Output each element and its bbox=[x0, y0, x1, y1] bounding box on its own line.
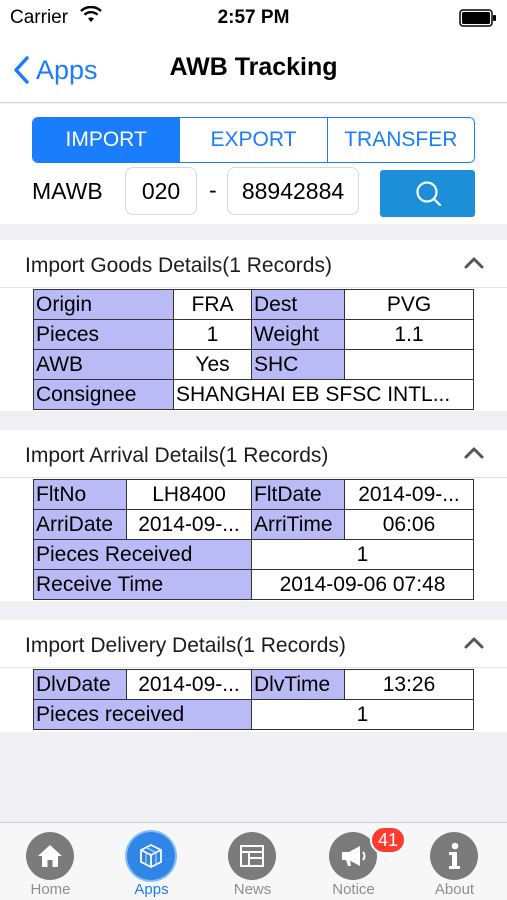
dlvtime-label: DlvTime bbox=[251, 669, 345, 700]
pieces-received-value: 1 bbox=[251, 539, 474, 570]
chevron-up-icon[interactable] bbox=[463, 446, 485, 460]
search-icon bbox=[415, 180, 441, 206]
delivery-details-title: Import Delivery Details(1 Records) bbox=[25, 634, 346, 657]
origin-label: Origin bbox=[33, 289, 174, 320]
receive-time-label: Receive Time bbox=[33, 569, 252, 600]
table-row: Pieces Received 1 bbox=[33, 539, 474, 570]
search-button[interactable] bbox=[380, 170, 475, 217]
fltno-value: LH8400 bbox=[126, 479, 252, 510]
mawb-label: MAWB bbox=[32, 178, 103, 204]
shc-value bbox=[344, 349, 474, 380]
tab-about-label: About bbox=[434, 881, 475, 898]
table-row: FltNo LH8400 FltDate 2014-09-... bbox=[33, 479, 474, 510]
weight-value: 1.1 bbox=[344, 319, 474, 350]
fltno-label: FltNo bbox=[33, 479, 127, 510]
apps-icon bbox=[127, 832, 175, 880]
delivery-details-header[interactable]: Import Delivery Details(1 Records) bbox=[0, 620, 507, 668]
fltdate-label: FltDate bbox=[251, 479, 345, 510]
tab-news-label: News bbox=[233, 881, 272, 898]
goods-details-section: Import Goods Details(1 Records) Origin F… bbox=[0, 240, 507, 411]
delivery-pieces-received-label: Pieces received bbox=[33, 699, 252, 730]
status-bar: Carrier 2:57 PM bbox=[0, 0, 507, 36]
delivery-details-section: Import Delivery Details(1 Records) DlvDa… bbox=[0, 620, 507, 732]
battery-icon bbox=[459, 9, 497, 27]
goods-details-header[interactable]: Import Goods Details(1 Records) bbox=[0, 240, 507, 288]
chevron-up-icon[interactable] bbox=[463, 636, 485, 650]
fltdate-value: 2014-09-... bbox=[344, 479, 474, 510]
tab-news[interactable]: News bbox=[202, 823, 303, 900]
tab-apps-label: Apps bbox=[134, 881, 169, 898]
info-icon bbox=[430, 832, 478, 880]
arrival-details-title: Import Arrival Details(1 Records) bbox=[25, 444, 329, 467]
tab-home-label: Home bbox=[30, 881, 71, 898]
pieces-value: 1 bbox=[173, 319, 252, 350]
pieces-label: Pieces bbox=[33, 319, 174, 350]
delivery-pieces-received-value: 1 bbox=[251, 699, 474, 730]
table-row: Pieces received 1 bbox=[33, 699, 474, 730]
pieces-received-label: Pieces Received bbox=[33, 539, 252, 570]
tab-apps[interactable]: Apps bbox=[101, 823, 202, 900]
segment-transfer[interactable]: TRANSFER bbox=[326, 118, 474, 162]
arridate-label: ArriDate bbox=[33, 509, 127, 540]
notice-badge: 41 bbox=[370, 826, 407, 854]
consignee-value: SHANGHAI EB SFSC INTL... bbox=[173, 379, 474, 410]
origin-value: FRA bbox=[173, 289, 252, 320]
navigation-bar: Apps AWB Tracking bbox=[0, 36, 507, 103]
arritime-value: 06:06 bbox=[344, 509, 474, 540]
weight-label: Weight bbox=[251, 319, 345, 350]
awb-label: AWB bbox=[33, 349, 174, 380]
segment-import[interactable]: IMPORT bbox=[33, 118, 180, 162]
arritime-label: ArriTime bbox=[251, 509, 345, 540]
news-icon bbox=[228, 832, 276, 880]
tab-about[interactable]: About bbox=[404, 823, 505, 900]
arrival-details-table: FltNo LH8400 FltDate 2014-09-... ArriDat… bbox=[33, 479, 474, 600]
awb-value: Yes bbox=[173, 349, 252, 380]
dlvdate-label: DlvDate bbox=[33, 669, 127, 700]
segment-export[interactable]: EXPORT bbox=[179, 118, 327, 162]
goods-details-table: Origin FRA Dest PVG Pieces 1 Weight 1.1 … bbox=[33, 289, 474, 410]
table-row: DlvDate 2014-09-... DlvTime 13:26 bbox=[33, 669, 474, 700]
dest-value: PVG bbox=[344, 289, 474, 320]
delivery-details-table: DlvDate 2014-09-... DlvTime 13:26 Pieces… bbox=[33, 669, 474, 730]
search-panel: IMPORT EXPORT TRANSFER MAWB 020 - 889428… bbox=[0, 104, 507, 224]
table-row: Consignee SHANGHAI EB SFSC INTL... bbox=[33, 379, 474, 410]
mawb-number-input[interactable]: 88942884 bbox=[227, 167, 359, 215]
dlvdate-value: 2014-09-... bbox=[126, 669, 252, 700]
page-title: AWB Tracking bbox=[169, 53, 338, 81]
home-icon bbox=[26, 832, 74, 880]
mawb-prefix-input[interactable]: 020 bbox=[125, 167, 197, 215]
tab-bar: Home Apps News Notice 41 About bbox=[0, 822, 507, 900]
table-row: Receive Time 2014-09-06 07:48 bbox=[33, 569, 474, 600]
table-row: ArriDate 2014-09-... ArriTime 06:06 bbox=[33, 509, 474, 540]
consignee-label: Consignee bbox=[33, 379, 174, 410]
dest-label: Dest bbox=[251, 289, 345, 320]
chevron-up-icon[interactable] bbox=[463, 256, 485, 270]
arrival-details-header[interactable]: Import Arrival Details(1 Records) bbox=[0, 430, 507, 478]
tab-notice-label: Notice bbox=[332, 881, 375, 898]
arridate-value: 2014-09-... bbox=[126, 509, 252, 540]
receive-time-value: 2014-09-06 07:48 bbox=[251, 569, 474, 600]
tab-home[interactable]: Home bbox=[0, 823, 101, 900]
mode-segmented-control: IMPORT EXPORT TRANSFER bbox=[32, 117, 475, 163]
shc-label: SHC bbox=[251, 349, 345, 380]
arrival-details-section: Import Arrival Details(1 Records) FltNo … bbox=[0, 430, 507, 601]
clock: 2:57 PM bbox=[217, 7, 290, 28]
dlvtime-value: 13:26 bbox=[344, 669, 474, 700]
table-row: Pieces 1 Weight 1.1 bbox=[33, 319, 474, 350]
mawb-separator: - bbox=[209, 177, 217, 203]
table-row: Origin FRA Dest PVG bbox=[33, 289, 474, 320]
goods-details-title: Import Goods Details(1 Records) bbox=[25, 254, 332, 277]
table-row: AWB Yes SHC bbox=[33, 349, 474, 380]
